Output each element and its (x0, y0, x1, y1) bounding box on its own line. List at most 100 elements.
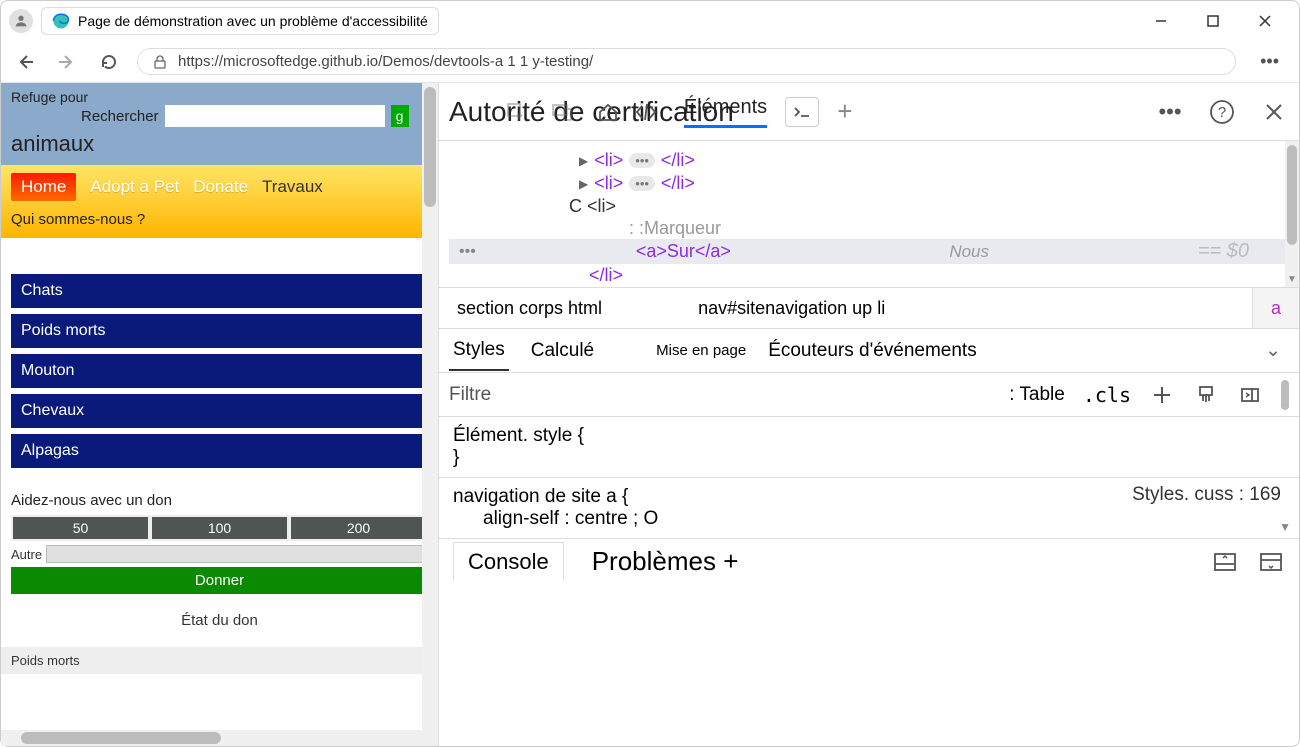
expand-triangle-icon[interactable]: ▶ (579, 177, 588, 191)
panel-bottom-icon (1213, 552, 1237, 572)
styles-scrollbar[interactable] (1281, 380, 1289, 410)
url-text: https://microsoftedge.github.io/Demos/de… (178, 53, 593, 70)
nav-home[interactable]: Home (11, 173, 76, 201)
dom-selected-row[interactable]: ••• <a>Sur</a> Nous == $0 (449, 239, 1289, 264)
dom-tree[interactable]: ▶<li>•••</li> ▶<li>•••</li> C <li> : :Ma… (439, 141, 1299, 287)
search-input[interactable] (165, 105, 385, 127)
new-style-rule-button[interactable] (1149, 382, 1175, 408)
close-icon (1264, 102, 1284, 122)
url-bar-row: https://microsoftedge.github.io/Demos/de… (1, 41, 1299, 83)
browser-menu-button[interactable]: ••• (1250, 51, 1289, 72)
more-tabs-button[interactable]: + (837, 96, 852, 127)
chevron-down-icon[interactable]: ⌄ (1265, 339, 1281, 362)
breadcrumb-item-last[interactable]: a (1252, 288, 1299, 328)
drawer-console-tab[interactable]: Console (453, 542, 564, 581)
dots-horizontal-icon: ••• (459, 243, 476, 261)
console-tab-icon[interactable] (785, 97, 819, 127)
brush-button[interactable] (1193, 382, 1219, 408)
search-go-button[interactable]: g (391, 105, 409, 127)
dots-horizontal-icon: ••• (1158, 99, 1181, 125)
donation-amount-button[interactable]: 100 (150, 515, 289, 541)
nav-adopt[interactable]: Adopt a Pet (90, 177, 179, 197)
nav-about[interactable]: Qui sommes-nous ? (11, 211, 428, 228)
tab-title: Page de démonstration avec un problème d… (78, 13, 428, 29)
code-tab-icon[interactable] (632, 98, 660, 126)
browser-tab-strip: Page de démonstration avec un problème d… (1, 1, 1299, 41)
devtools-drawer: Console Problèmes + (439, 538, 1299, 584)
donation-status: État du don (11, 612, 428, 629)
profile-avatar[interactable] (9, 9, 33, 33)
page-vertical-scrollbar[interactable] (422, 83, 438, 730)
element-style-block[interactable]: Élément. style { } (439, 417, 1299, 478)
nav-donate[interactable]: Donate (193, 177, 248, 197)
maximize-button[interactable] (1199, 7, 1227, 35)
dots-horizontal-icon: ••• (1260, 51, 1279, 71)
dock-button[interactable] (1237, 382, 1263, 408)
device-toolbar-icon[interactable] (548, 98, 576, 126)
tab-styles[interactable]: Styles (449, 331, 509, 371)
page-horizontal-scrollbar[interactable] (1, 730, 438, 746)
minimize-button[interactable] (1147, 7, 1175, 35)
refuge-label: Refuge pour (11, 89, 428, 105)
search-label: Rechercher (81, 108, 159, 125)
styles-filter-input[interactable]: Filtre (449, 384, 991, 406)
refresh-icon (99, 52, 119, 72)
category-item[interactable]: Mouton (11, 354, 428, 388)
address-bar[interactable]: https://microsoftedge.github.io/Demos/de… (137, 48, 1236, 75)
chevron-down-icon: ▼ (1279, 520, 1291, 534)
breadcrumb-item[interactable]: section corps html (439, 298, 620, 319)
dom-vertical-scrollbar[interactable]: ▼ (1285, 141, 1299, 287)
arrow-left-icon (15, 52, 35, 72)
tab-listeners[interactable]: Écouteurs d'événements (768, 340, 977, 362)
help-button[interactable]: ? (1207, 97, 1237, 127)
back-button[interactable] (11, 48, 39, 76)
filter-cls[interactable]: .cls (1083, 383, 1131, 407)
donation-submit-button[interactable]: Donner (11, 567, 428, 594)
donation-other-input[interactable] (46, 545, 428, 563)
devtools-menu-button[interactable]: ••• (1155, 97, 1185, 127)
svg-text:?: ? (1218, 104, 1226, 121)
forward-button[interactable] (53, 48, 81, 76)
donation-amount-button[interactable]: 200 (289, 515, 428, 541)
ellipsis-icon[interactable]: ••• (629, 176, 655, 191)
donation-amount-button[interactable]: 50 (11, 515, 150, 541)
brush-icon (1195, 384, 1217, 406)
rule-block[interactable]: navigation de site a { align-self : cent… (439, 478, 1299, 538)
category-item[interactable]: Chats (11, 274, 428, 308)
nav-travaux[interactable]: Travaux (262, 177, 323, 197)
plus-icon (1151, 384, 1173, 406)
donation-other-label: Autre (11, 547, 42, 562)
tab-computed[interactable]: Calculé (531, 340, 594, 362)
browser-tab[interactable]: Page de démonstration avec un problème d… (41, 7, 439, 35)
refresh-button[interactable] (95, 48, 123, 76)
tab-layout[interactable]: Mise en page (656, 342, 746, 359)
maximize-icon (1206, 14, 1220, 28)
drawer-problems-tab[interactable]: Problèmes + (592, 546, 739, 577)
drawer-expand-button[interactable] (1257, 548, 1285, 576)
drawer-dock-button[interactable] (1211, 548, 1239, 576)
category-item[interactable]: Alpagas (11, 434, 428, 468)
inspect-element-icon[interactable] (502, 98, 530, 126)
donation-title: Aidez-nous avec un don (11, 492, 428, 509)
edge-icon (52, 12, 70, 30)
devtools-top-tabs: Autorité de certification Éléments + •••… (439, 83, 1299, 141)
styles-tabs: Styles Calculé Mise en page Écouteurs d'… (439, 329, 1299, 373)
category-item[interactable]: Poids morts (11, 314, 428, 348)
rule-source[interactable]: Styles. cuss : 169 (1132, 484, 1281, 506)
expand-triangle-icon[interactable]: ▶ (579, 154, 588, 168)
close-button[interactable] (1251, 7, 1279, 35)
person-icon (13, 13, 29, 29)
ellipsis-icon[interactable]: ••• (629, 153, 655, 168)
breadcrumb-item[interactable]: nav#sitenavigation up li (680, 298, 903, 319)
minimize-icon (1154, 14, 1168, 28)
elements-tab[interactable]: Éléments (684, 96, 767, 128)
filter-table[interactable]: : Table (1009, 384, 1065, 406)
devtools-close-button[interactable] (1259, 97, 1289, 127)
dom-breadcrumb[interactable]: section corps html nav#sitenavigation up… (439, 287, 1299, 329)
category-item[interactable]: Chevaux (11, 394, 428, 428)
close-icon (1258, 14, 1272, 28)
animals-heading: animaux (11, 127, 428, 161)
welcome-tab-icon[interactable] (594, 98, 622, 126)
dom-nous: Nous (949, 242, 989, 262)
footer-label: Poids morts (1, 647, 438, 674)
